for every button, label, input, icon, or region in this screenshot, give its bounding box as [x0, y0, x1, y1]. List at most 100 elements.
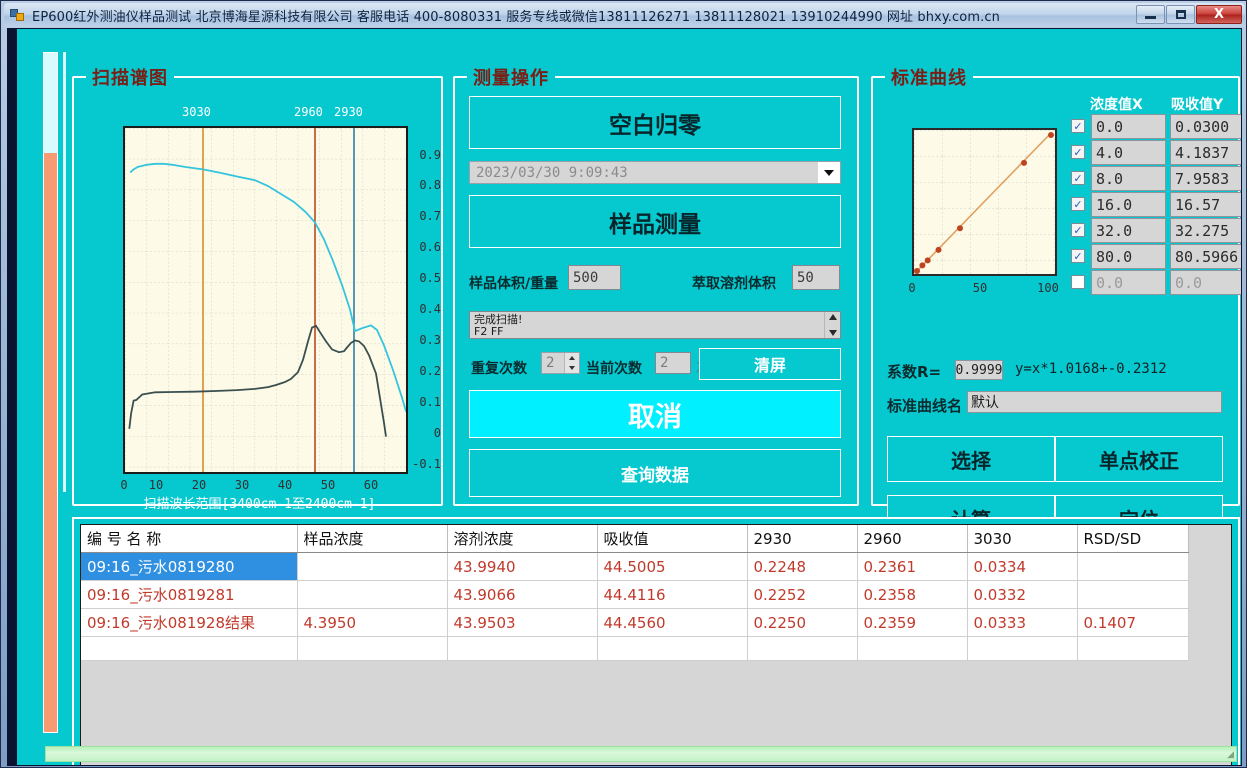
query-data-button[interactable]: 查询数据 [469, 449, 841, 497]
data-grid[interactable]: 编 号 名 称 样品浓度 溶剂浓度 吸收值 2930 2960 3030 RSD… [80, 524, 1232, 766]
repeat-count-value: 2 [542, 355, 564, 371]
col-header-solvent[interactable]: 溶剂浓度 [447, 525, 597, 553]
col-header-2960[interactable]: 2960 [857, 525, 967, 553]
maximize-button[interactable] [1166, 5, 1195, 24]
calibration-checkbox-3[interactable]: ✓ [1071, 197, 1085, 211]
scan-peak-label-3030: 3030 [182, 105, 211, 119]
clear-screen-button[interactable]: 清屏 [699, 348, 841, 380]
standard-curve-plot[interactable] [912, 128, 1057, 276]
scan-xtick-30: 30 [231, 478, 253, 492]
calibration-y-3[interactable]: 16.57 [1170, 192, 1242, 217]
status-log-memo[interactable]: 完成扫描! F2 FF [469, 311, 841, 339]
cell-2930 [747, 637, 857, 661]
curve-col-x-header: 浓度值X [1090, 94, 1143, 114]
form-canvas: 扫描谱图 3030 2960 2930 0.9 0.8 0.7 0.6 0.5 … [17, 29, 1242, 766]
calibration-checkbox-6[interactable]: ✓ [1071, 275, 1085, 289]
extract-volume-input[interactable]: 50 [792, 265, 840, 290]
calibration-checkbox-2[interactable]: ✓ [1071, 171, 1085, 185]
scan-plot-area[interactable] [123, 126, 408, 474]
cell-3030: 0.0333 [967, 609, 1077, 637]
col-header-3030[interactable]: 3030 [967, 525, 1077, 553]
calibration-x-4[interactable]: 32.0 [1091, 218, 1166, 243]
scan-progress-bar [44, 153, 57, 732]
repeat-up-button[interactable] [565, 353, 579, 363]
decor-strip-thin [63, 52, 66, 492]
calibration-y-2[interactable]: 7.9583 [1170, 166, 1242, 191]
cell-sample: 4.3950 [297, 609, 447, 637]
scroll-up-icon[interactable] [829, 314, 837, 320]
current-count-value: 2 [655, 352, 691, 374]
col-header-absorb[interactable]: 吸收值 [597, 525, 747, 553]
measure-panel-title: 测量操作 [467, 64, 555, 90]
calibration-x-0[interactable]: 0.0 [1091, 114, 1166, 139]
calibration-y-6[interactable]: 0.0 [1170, 270, 1242, 295]
cell-name: 09:16_污水0819280 [81, 553, 297, 581]
current-count-label: 当前次数 [586, 358, 642, 378]
scan-peak-label-2960: 2960 [294, 105, 323, 119]
calibration-checkbox-4[interactable]: ✓ [1071, 223, 1085, 237]
calibration-x-2[interactable]: 8.0 [1091, 166, 1166, 191]
curve-point-5 [1021, 160, 1027, 166]
cell-name: 09:16_污水081928结果 [81, 609, 297, 637]
log-line-1: 完成扫描! [474, 314, 820, 326]
cell-2930: 0.2252 [747, 581, 857, 609]
calibration-checkbox-5[interactable]: ✓ [1071, 249, 1085, 263]
scroll-down-icon[interactable] [829, 330, 837, 336]
curve-point-2 [925, 257, 931, 263]
single-point-correction-button[interactable]: 单点校正 [1055, 436, 1223, 482]
scan-peak-label-2930: 2930 [334, 105, 363, 119]
scan-x-axis-title: 扫描波长范围[3400cm-1至2400cm-1] [74, 493, 445, 512]
curve-name-input[interactable]: 默认 [967, 391, 1222, 413]
curve-point-1 [919, 262, 925, 268]
repeat-count-stepper[interactable]: 2 [541, 352, 580, 374]
scan-plot-svg [125, 128, 406, 472]
chevron-down-icon[interactable] [818, 162, 840, 183]
calibration-checkbox-1[interactable]: ✓ [1071, 145, 1085, 159]
calibration-x-6[interactable]: 0.0 [1091, 270, 1166, 295]
calibration-y-0[interactable]: 0.0300 [1170, 114, 1242, 139]
cell-2930: 0.2250 [747, 609, 857, 637]
table-row[interactable]: 09:16_污水0819281 43.9066 44.4116 0.2252 0… [81, 581, 1188, 609]
sample-volume-input[interactable]: 500 [568, 265, 621, 290]
scan-spectrum-panel: 扫描谱图 3030 2960 2930 0.9 0.8 0.7 0.6 0.5 … [72, 76, 443, 506]
blank-zero-button[interactable]: 空白归零 [469, 96, 841, 149]
col-header-rsdsd[interactable]: RSD/SD [1077, 525, 1188, 553]
calibration-x-3[interactable]: 16.0 [1091, 192, 1166, 217]
table-row[interactable]: 09:16_污水081928结果 4.3950 43.9503 44.4560 … [81, 609, 1188, 637]
memo-scrollbar[interactable] [824, 312, 840, 338]
cell-sample [297, 581, 447, 609]
col-header-2930[interactable]: 2930 [747, 525, 857, 553]
scan-xtick-0: 0 [113, 478, 135, 492]
curve-point-0 [914, 268, 920, 274]
scan-xtick-10: 10 [145, 478, 167, 492]
cell-absorb: 44.4560 [597, 609, 747, 637]
calibration-y-1[interactable]: 4.1837 [1170, 140, 1242, 165]
datetime-combobox[interactable]: 2023/03/30 9:09:43 [469, 161, 841, 184]
sample-measure-button[interactable]: 样品测量 [469, 195, 841, 248]
col-header-name[interactable]: 编 号 名 称 [81, 525, 297, 553]
calibration-checkbox-0[interactable]: ✓ [1071, 119, 1085, 133]
curve-point-top [1048, 132, 1054, 138]
application-window: EP600红外测油仪样品测试 北京博海星源科技有限公司 客服电话 400-808… [0, 0, 1247, 768]
close-button[interactable]: X [1196, 5, 1242, 24]
calibration-x-1[interactable]: 4.0 [1091, 140, 1166, 165]
cell-2960 [857, 637, 967, 661]
col-header-sample[interactable]: 样品浓度 [297, 525, 447, 553]
resize-grip-icon[interactable]: ◢ [1227, 750, 1234, 760]
minimize-button[interactable] [1136, 5, 1165, 24]
curve-point-4 [957, 225, 963, 231]
cancel-button[interactable]: 取消 [469, 390, 841, 438]
table-row[interactable] [81, 637, 1188, 661]
calibration-y-5[interactable]: 80.5966 [1170, 244, 1242, 269]
cell-2960: 0.2358 [857, 581, 967, 609]
repeat-down-button[interactable] [565, 363, 579, 373]
select-button[interactable]: 选择 [887, 436, 1055, 482]
coefficient-label: 系数R= [887, 361, 941, 382]
cell-solvent: 43.9503 [447, 609, 597, 637]
cell-rsdsd [1077, 581, 1188, 609]
cell-sample [297, 553, 447, 581]
table-row[interactable]: 09:16_污水0819280 43.9940 44.5005 0.2248 0… [81, 553, 1188, 581]
calibration-x-5[interactable]: 80.0 [1091, 244, 1166, 269]
calibration-y-4[interactable]: 32.275 [1170, 218, 1242, 243]
cell-absorb: 44.5005 [597, 553, 747, 581]
